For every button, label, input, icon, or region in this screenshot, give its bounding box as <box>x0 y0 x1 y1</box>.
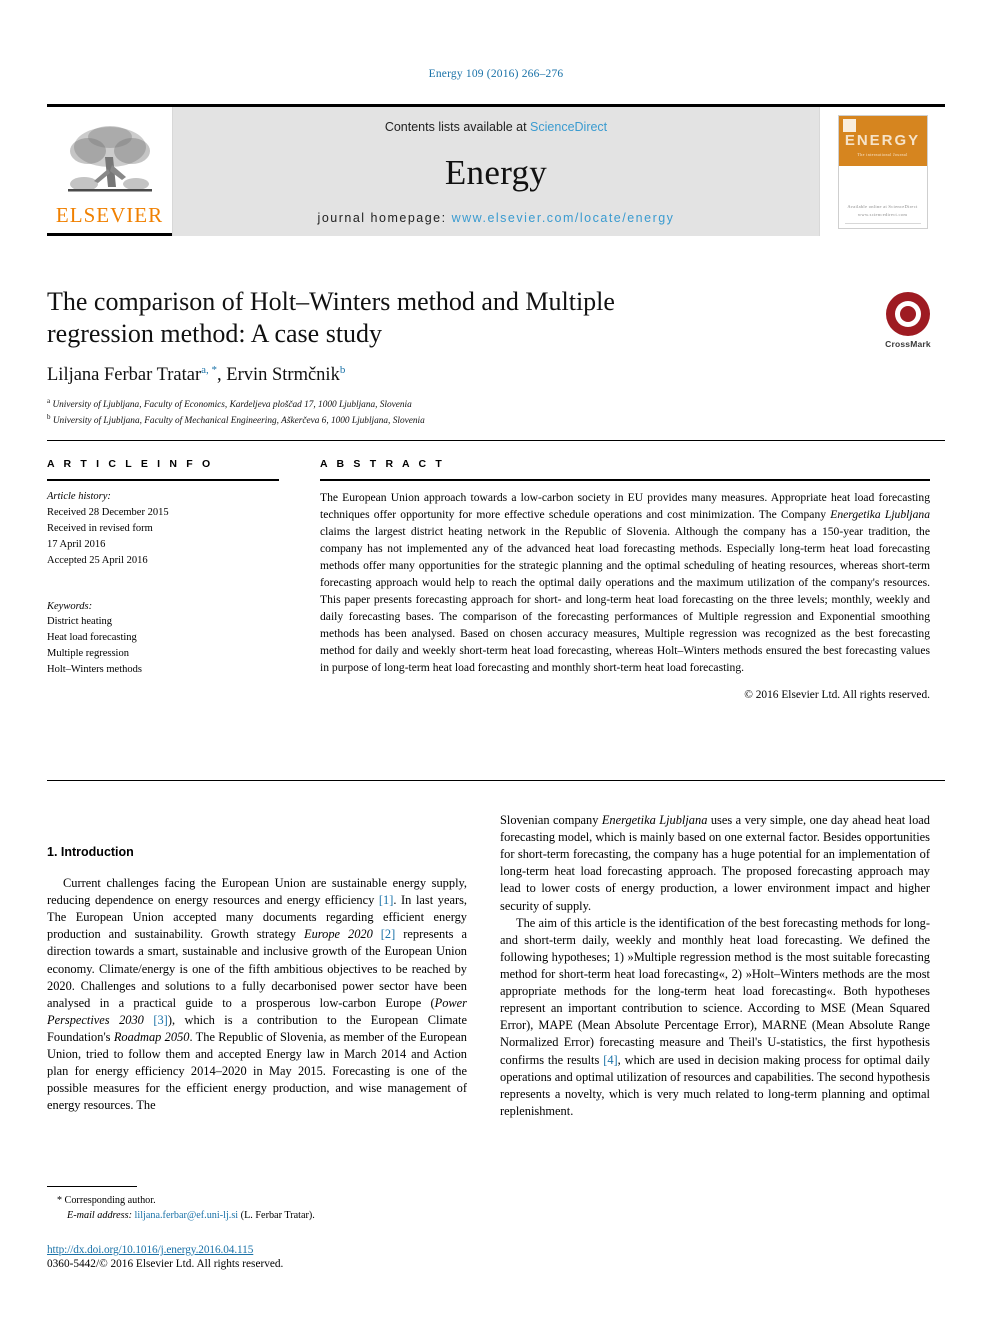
intro-paragraph-right-1: Slovenian company Energetika Ljubljana u… <box>500 812 930 915</box>
keyword-item: Heat load forecasting <box>47 632 137 644</box>
affiliation-b: b University of Ljubljana, Faculty of Me… <box>47 412 945 429</box>
email-owner: (L. Ferbar Tratar). <box>238 1210 315 1222</box>
issn-copyright-line: 0360-5442/© 2016 Elsevier Ltd. All right… <box>47 1258 284 1270</box>
journal-cover-thumbnail: ENERGY The international Journal Availab… <box>819 107 945 236</box>
intro-left-italic-1: Europe 2020 <box>304 927 373 942</box>
crossmark-label: CrossMark <box>885 339 931 349</box>
body-column-left: 1. Introduction Current challenges facin… <box>47 845 467 1115</box>
article-history-label: Article history: <box>47 491 111 502</box>
keywords-list: District heating Heat load forecasting M… <box>47 614 279 678</box>
intro-paragraph-right-2: The aim of this article is the identific… <box>500 915 930 1120</box>
running-head: Energy 109 (2016) 266–276 <box>428 68 564 80</box>
corresponding-author-footnote: * Corresponding author. E-mail address: … <box>47 1186 467 1224</box>
keyword-item: Multiple regression <box>47 648 129 660</box>
history-item: Received in revised form <box>47 522 153 534</box>
affiliation-a: a University of Ljubljana, Faculty of Ec… <box>47 396 945 413</box>
author-name-2: Ervin Strmčnik <box>226 365 340 386</box>
crossmark-badge[interactable]: CrossMark <box>871 292 945 349</box>
footnote-divider <box>47 1186 137 1187</box>
cover-divider <box>844 222 921 224</box>
citation-ref-1[interactable]: [1] <box>379 893 393 907</box>
author-list: Liljana Ferbar Tratara, *, Ervin Strmčni… <box>47 364 346 386</box>
abstract-divider <box>320 479 930 481</box>
intro-paragraph-left: Current challenges facing the European U… <box>47 875 467 1115</box>
crossmark-icon-ring <box>895 301 921 327</box>
keyword-item: District heating <box>47 616 113 628</box>
email-link[interactable]: liljana.ferbar@ef.uni-lj.si <box>135 1210 239 1221</box>
keywords-label: Keywords: <box>47 600 93 612</box>
intro-right-b: uses a very simple, one day ahead heat l… <box>500 813 930 913</box>
affiliation-a-text: University of Ljubljana, Faculty of Econ… <box>52 399 412 410</box>
introduction-heading: 1. Introduction <box>47 845 134 859</box>
affiliations: a University of Ljubljana, Faculty of Ec… <box>47 396 945 429</box>
title-block: The comparison of Holt–Winters method an… <box>47 286 945 429</box>
body-column-right: Slovenian company Energetika Ljubljana u… <box>500 812 930 1120</box>
article-page: Energy 109 (2016) 266–276 ELSEVIER Conte… <box>0 0 992 1323</box>
intro-left-italic-3: Roadmap 2050 <box>113 1029 190 1044</box>
history-item: Accepted 25 April 2016 <box>47 554 148 566</box>
abstract-heading: A B S T R A C T <box>320 458 445 470</box>
cover-title: ENERGY <box>844 131 921 149</box>
affiliation-b-mark: b <box>47 413 51 422</box>
elsevier-wordmark: ELSEVIER <box>55 203 164 227</box>
article-info-divider <box>47 479 279 481</box>
elsevier-logo: ELSEVIER <box>47 107 173 236</box>
abstract-text: The European Union approach towards a lo… <box>320 489 930 676</box>
affiliation-b-text: University of Ljubljana, Faculty of Mech… <box>52 416 425 427</box>
intro-right-a: Slovenian company <box>500 813 602 827</box>
article-info-heading: A R T I C L E I N F O <box>47 458 214 470</box>
sciencedirect-link[interactable]: ScienceDirect <box>530 120 607 134</box>
abstract-column: A B S T R A C T The European Union appro… <box>320 458 930 701</box>
citation-ref-2[interactable]: [2] <box>381 927 395 941</box>
cover-card: ENERGY The international Journal Availab… <box>837 114 928 229</box>
abstract-company-name: Energetika Ljubljana <box>830 508 930 522</box>
cover-subtitle: The international Journal <box>857 151 908 157</box>
crossmark-icon-center <box>900 306 916 322</box>
section-rule-bottom <box>47 780 945 781</box>
journal-homepage-line: journal homepage: www.elsevier.com/locat… <box>318 211 675 225</box>
keyword-item: Holt–Winters methods <box>47 664 142 676</box>
footnote-email-line: E-mail address: liljana.ferbar@ef.uni-lj… <box>57 1208 467 1223</box>
intro-right-2a: The aim of this article is the identific… <box>500 915 930 1067</box>
copyright-line: © 2016 Elsevier Ltd. All rights reserved… <box>744 689 930 702</box>
cover-footer: Available online at ScienceDirect www.sc… <box>847 204 918 218</box>
elsevier-tree-icon <box>64 121 156 204</box>
abstract-part-2: claims the largest district heating netw… <box>320 525 930 675</box>
article-history-list: Received 28 December 2015 Received in re… <box>47 505 279 569</box>
author-1-affiliation-marks: a, * <box>201 364 218 377</box>
footnote-corresponding-label: Corresponding author. <box>62 1195 156 1206</box>
footer-doi-block: http://dx.doi.org/10.1016/j.energy.2016.… <box>47 1244 547 1270</box>
section-rule-top <box>47 440 945 441</box>
intro-right-italic: Energetika Ljubljana <box>601 813 708 827</box>
page-title: The comparison of Holt–Winters method an… <box>47 287 615 349</box>
contents-lists-prefix: Contents lists available at <box>384 120 531 134</box>
history-item: 17 April 2016 <box>47 538 106 550</box>
homepage-link[interactable]: www.elsevier.com/locate/energy <box>452 211 675 225</box>
footnote-corresponding-line: * Corresponding author. <box>57 1193 467 1208</box>
homepage-label: journal homepage: <box>317 211 452 225</box>
author-name-1: Liljana Ferbar Tratar <box>47 365 202 386</box>
contents-lists-line: Contents lists available at ScienceDirec… <box>385 120 607 134</box>
journal-title: Energy <box>444 153 548 192</box>
crossmark-icon <box>886 292 930 336</box>
history-item: Received 28 December 2015 <box>47 506 169 518</box>
journal-masthead: ELSEVIER Contents lists available at Sci… <box>47 104 945 236</box>
keywords-block: Keywords: District heating Heat load for… <box>47 599 279 679</box>
author-2-affiliation-marks: b <box>339 364 346 377</box>
citation-ref-4[interactable]: [4] <box>603 1053 617 1067</box>
doi-link[interactable]: http://dx.doi.org/10.1016/j.energy.2016.… <box>47 1244 547 1256</box>
masthead-center: Contents lists available at ScienceDirec… <box>173 107 819 236</box>
citation-ref-3[interactable]: [3] <box>153 1013 167 1027</box>
affiliation-a-mark: a <box>47 396 51 405</box>
cover-elsevier-mark-icon <box>842 118 856 132</box>
email-address-label: E-mail address: <box>67 1210 132 1222</box>
footnote-text: * Corresponding author. E-mail address: … <box>47 1193 467 1224</box>
article-info-column: A R T I C L E I N F O Article history: R… <box>47 458 279 678</box>
